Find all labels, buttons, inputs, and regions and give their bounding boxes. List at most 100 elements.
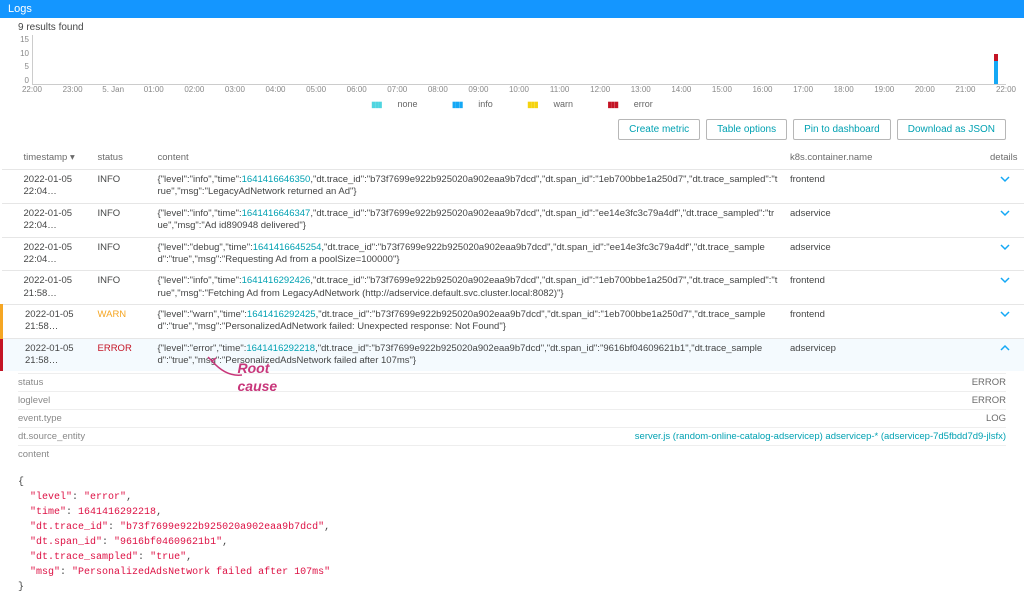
x-tick: 14:00	[671, 85, 691, 94]
cell-container: adservice	[784, 237, 984, 271]
col-timestamp[interactable]: timestamp ▾	[2, 146, 92, 170]
page-title: Logs	[8, 3, 32, 15]
detail-value: ERROR	[972, 395, 1006, 406]
x-axis: 22:0023:005. Jan01:0002:0003:0004:0005:0…	[32, 85, 1006, 95]
cell-timestamp: 2022-01-05 22:04…	[2, 203, 92, 237]
cell-content: {"level":"info","time":1641416292426,"dt…	[152, 271, 785, 305]
cell-timestamp: 2022-01-05 22:04…	[2, 170, 92, 204]
x-tick: 06:00	[347, 85, 367, 94]
cell-content: {"level":"error","time":1641416292218,"d…	[152, 338, 785, 371]
chevron-up-icon[interactable]	[1000, 343, 1010, 353]
x-tick: 19:00	[874, 85, 894, 94]
cell-status: INFO	[92, 170, 152, 204]
cell-container: frontend	[784, 271, 984, 305]
cell-timestamp: 2022-01-05 21:58…	[2, 338, 92, 371]
x-tick: 12:00	[590, 85, 610, 94]
cell-container: adservice	[784, 203, 984, 237]
x-tick: 18:00	[834, 85, 854, 94]
detail-row: status ERROR	[18, 373, 1006, 391]
cell-status: INFO	[92, 271, 152, 305]
cell-timestamp: 2022-01-05 21:58…	[2, 304, 92, 338]
x-tick: 22:00	[22, 85, 42, 94]
cell-details[interactable]	[984, 237, 1024, 271]
page-header: Logs	[0, 0, 1024, 18]
col-details: details	[984, 146, 1024, 170]
cell-content: {"level":"warn","time":1641416292425,"dt…	[152, 304, 785, 338]
log-row[interactable]: 2022-01-05 22:04…INFO{"level":"debug","t…	[2, 237, 1024, 271]
x-tick: 10:00	[509, 85, 529, 94]
cell-status: INFO	[92, 203, 152, 237]
cell-content: {"level":"info","time":1641416646350,"dt…	[152, 170, 785, 204]
detail-key: status	[18, 377, 43, 388]
chevron-down-icon[interactable]	[1000, 208, 1010, 218]
detail-key: loglevel	[18, 395, 50, 406]
x-tick: 22:00	[996, 85, 1016, 94]
y-axis: 15 10 5 0	[18, 35, 32, 85]
chevron-down-icon[interactable]	[1000, 309, 1010, 319]
log-row[interactable]: 2022-01-05 21:58…WARN{"level":"warn","ti…	[2, 304, 1024, 338]
sort-desc-icon: ▾	[70, 152, 75, 163]
cell-content: {"level":"debug","time":1641416645254,"d…	[152, 237, 785, 271]
x-tick: 20:00	[915, 85, 935, 94]
col-container[interactable]: k8s.container.name	[784, 146, 984, 170]
chart-area[interactable]	[32, 35, 1006, 85]
chevron-down-icon[interactable]	[1000, 275, 1010, 285]
download-json-button[interactable]: Download as JSON	[897, 119, 1006, 140]
cell-container: frontend	[784, 170, 984, 204]
cell-details[interactable]	[984, 338, 1024, 371]
actions-row: Create metric Table options Pin to dashb…	[0, 115, 1024, 146]
table-options-button[interactable]: Table options	[706, 119, 787, 140]
cell-content: {"level":"info","time":1641416646347,"dt…	[152, 203, 785, 237]
x-tick: 17:00	[793, 85, 813, 94]
detail-key: dt.source_entity	[18, 431, 85, 442]
detail-value[interactable]: server.js (random-online-catalog-adservi…	[635, 431, 1006, 442]
x-tick: 13:00	[631, 85, 651, 94]
chevron-down-icon[interactable]	[1000, 174, 1010, 184]
chevron-down-icon[interactable]	[1000, 242, 1010, 252]
cell-status: INFO	[92, 237, 152, 271]
log-row[interactable]: 2022-01-05 21:58…ERRORRoot cause{"level"…	[2, 338, 1024, 371]
detail-row: dt.source_entity server.js (random-online…	[18, 427, 1006, 445]
log-json-content: { "level": "error", "time": 164141629221…	[0, 469, 1024, 605]
x-tick: 23:00	[63, 85, 83, 94]
log-row[interactable]: 2022-01-05 21:58…INFO{"level":"info","ti…	[2, 271, 1024, 305]
x-tick: 16:00	[752, 85, 772, 94]
x-tick: 08:00	[428, 85, 448, 94]
log-row[interactable]: 2022-01-05 22:04…INFO{"level":"info","ti…	[2, 170, 1024, 204]
detail-key: event.type	[18, 413, 62, 424]
cell-details[interactable]	[984, 271, 1024, 305]
log-row[interactable]: 2022-01-05 22:04…INFO{"level":"info","ti…	[2, 203, 1024, 237]
cell-container: frontend	[784, 304, 984, 338]
detail-row: loglevel ERROR	[18, 391, 1006, 409]
cell-details[interactable]	[984, 170, 1024, 204]
detail-key: content	[18, 449, 49, 460]
chart-legend: ▮▮▮none ▮▮▮info ▮▮▮warn ▮▮▮error	[18, 95, 1006, 111]
cell-container: adservicep	[784, 338, 984, 371]
x-tick: 07:00	[387, 85, 407, 94]
cell-timestamp: 2022-01-05 21:58…	[2, 271, 92, 305]
x-tick: 5. Jan	[102, 85, 124, 94]
log-chart: 15 10 5 0 22:00 23:00 5. Jan 01:00 02:00 03:0…	[0, 35, 1024, 115]
logs-table: timestamp ▾ status content k8s.container…	[0, 146, 1024, 371]
x-tick: 15:00	[712, 85, 732, 94]
col-status[interactable]: status	[92, 146, 152, 170]
col-content[interactable]: content	[152, 146, 785, 170]
cell-details[interactable]	[984, 304, 1024, 338]
x-tick: 02:00	[184, 85, 204, 94]
x-tick: 01:00	[144, 85, 164, 94]
chart-bar[interactable]	[994, 54, 998, 84]
cell-details[interactable]	[984, 203, 1024, 237]
create-metric-button[interactable]: Create metric	[618, 119, 700, 140]
cell-status: ERRORRoot cause	[92, 338, 152, 371]
detail-value: LOG	[986, 413, 1006, 424]
log-details-panel: status ERROR loglevel ERROR event.type LOG dt.…	[0, 371, 1024, 469]
detail-value: ERROR	[972, 377, 1006, 388]
x-tick: 21:00	[955, 85, 975, 94]
x-tick: 11:00	[550, 85, 569, 94]
results-count: 9 results found	[0, 18, 1024, 35]
x-tick: 05:00	[306, 85, 326, 94]
pin-dashboard-button[interactable]: Pin to dashboard	[793, 119, 891, 140]
x-tick: 09:00	[468, 85, 488, 94]
x-tick: 03:00	[225, 85, 245, 94]
cell-timestamp: 2022-01-05 22:04…	[2, 237, 92, 271]
